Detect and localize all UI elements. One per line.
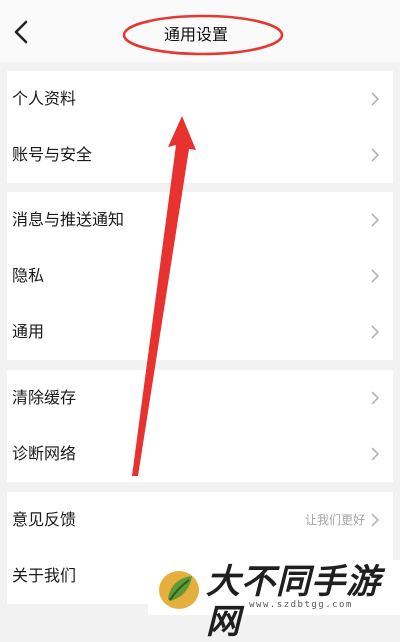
settings-group-maintenance: 清除缓存 诊断网络 <box>7 370 393 482</box>
settings-group-account: 个人资料 账号与安全 <box>7 71 393 183</box>
settings-item-label: 诊断网络 <box>12 444 77 463</box>
settings-item-profile[interactable]: 个人资料 <box>7 71 393 127</box>
watermark: 大不同手游网 www.szdbtgg.com <box>148 560 400 642</box>
watermark-url: www.szdbtgg.com <box>249 600 353 610</box>
chevron-right-icon <box>371 213 379 227</box>
settings-item-network-diagnosis[interactable]: 诊断网络 <box>7 426 393 482</box>
settings-item-label: 清除缓存 <box>12 388 77 407</box>
top-nav-bar: 通用设置 <box>0 0 400 62</box>
leaf-logo-icon <box>159 571 199 609</box>
settings-item-label: 关于我们 <box>12 566 77 585</box>
chevron-left-icon <box>14 20 28 44</box>
settings-item-label: 账号与安全 <box>12 145 93 164</box>
settings-item-label: 隐私 <box>12 266 45 285</box>
feedback-hint: 让我们更好 <box>304 513 365 527</box>
settings-item-clear-cache[interactable]: 清除缓存 <box>7 370 393 426</box>
chevron-right-icon <box>371 513 379 527</box>
settings-item-label: 个人资料 <box>12 89 77 108</box>
settings-item-general[interactable]: 通用 <box>7 304 393 360</box>
settings-item-privacy[interactable]: 隐私 <box>7 248 393 304</box>
chevron-right-icon <box>371 269 379 283</box>
settings-item-label: 通用 <box>12 322 45 341</box>
chevron-right-icon <box>371 447 379 461</box>
chevron-right-icon <box>371 325 379 339</box>
chevron-right-icon <box>371 148 379 162</box>
settings-item-label: 意见反馈 <box>12 510 77 529</box>
settings-item-feedback[interactable]: 意见反馈 让我们更好 <box>7 492 393 548</box>
page-title: 通用设置 <box>163 25 228 44</box>
chevron-right-icon <box>371 391 379 405</box>
chevron-right-icon <box>371 92 379 106</box>
settings-item-account-security[interactable]: 账号与安全 <box>7 127 393 183</box>
settings-group-general: 消息与推送通知 隐私 通用 <box>7 192 393 360</box>
title-highlight: 通用设置 <box>120 12 288 58</box>
settings-item-label: 消息与推送通知 <box>12 210 125 229</box>
settings-item-notifications[interactable]: 消息与推送通知 <box>7 192 393 248</box>
back-button[interactable] <box>8 18 36 46</box>
